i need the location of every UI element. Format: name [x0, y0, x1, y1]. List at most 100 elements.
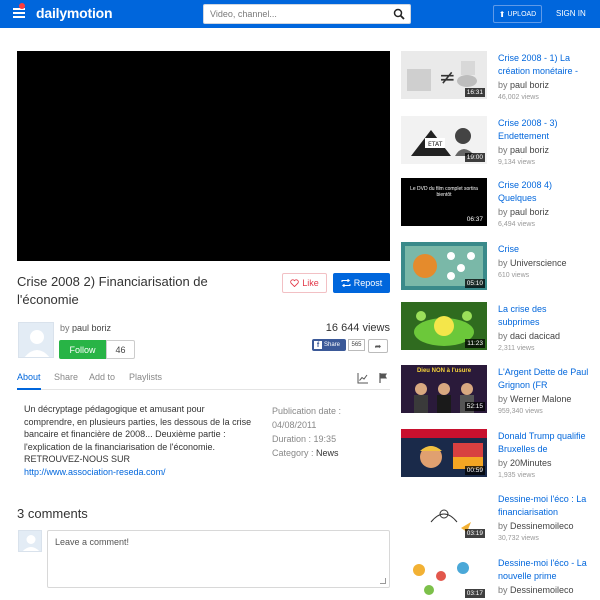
dailymotion-logo[interactable]: dailymotion [36, 5, 113, 21]
related-video-title[interactable]: Dessine-moi l'éco - La nouvelle prime [498, 557, 590, 582]
tab-share[interactable]: Share [54, 372, 78, 390]
svg-text:≠: ≠ [439, 65, 456, 89]
follower-count: 46 [106, 340, 135, 359]
facebook-icon: f [314, 341, 322, 349]
video-thumbnail[interactable]: ETAT 19:00 [401, 116, 487, 164]
related-video-channel[interactable]: 20Minutes [510, 458, 552, 468]
related-video[interactable]: ≠ 16:31 Crise 2008 - 1) La création moné… [401, 51, 591, 103]
related-video-title[interactable]: Donald Trump qualifie Bruxelles de [498, 430, 590, 455]
related-video-byline: by Dessinemoileco [498, 585, 574, 595]
stats-icon[interactable] [357, 372, 369, 384]
channel-avatar[interactable] [18, 322, 54, 358]
facebook-share-count: 565 [348, 339, 365, 351]
related-video[interactable]: Dieu NON à l'usure 52:15 L'Argent Dette … [401, 365, 591, 417]
related-video-byline: by paul boriz [498, 80, 550, 90]
related-video-channel[interactable]: Universcience [510, 258, 567, 268]
category-row: Category : News [272, 446, 390, 460]
related-video-title[interactable]: La crise des subprimes [498, 303, 590, 328]
related-video-views: 30,732 views [498, 535, 539, 542]
share-arrow-button[interactable]: ➦ [368, 339, 388, 353]
upload-label: UPLOAD [507, 10, 537, 18]
flag-icon[interactable] [378, 372, 390, 384]
video-duration: 05:10 [464, 279, 485, 288]
video-thumbnail[interactable]: 05:10 [401, 242, 487, 290]
follow-button[interactable]: Follow [59, 340, 106, 359]
comment-input[interactable] [55, 537, 380, 581]
video-duration: 52:15 [464, 402, 485, 411]
publication-date: 04/08/2011 [272, 420, 317, 430]
facebook-share-button[interactable]: f Share [312, 339, 346, 351]
description-text: Un décryptage pédagogique et amusant pou… [24, 404, 252, 452]
related-video-title[interactable]: Crise 2008 - 1) La création monétaire - [498, 52, 590, 77]
related-video-channel[interactable]: paul boriz [510, 80, 549, 90]
related-video-title[interactable]: L'Argent Dette de Paul Grignon (FR [498, 366, 590, 391]
search-input[interactable] [210, 7, 390, 21]
related-video[interactable]: 00:59 Donald Trump qualifie Bruxelles de… [401, 429, 591, 481]
video-thumbnail[interactable]: 03:19 [401, 492, 487, 540]
search-icon[interactable] [393, 8, 405, 20]
repost-button[interactable]: Repost [333, 273, 390, 293]
related-video-byline: by Dessinemoileco [498, 521, 574, 531]
video-thumbnail[interactable]: 00:59 [401, 429, 487, 477]
related-video[interactable]: 05:10 Crise by Universcience 610 views [401, 242, 591, 294]
related-video[interactable]: 03:17 Dessine-moi l'éco - La nouvelle pr… [401, 556, 591, 600]
video-thumbnail[interactable]: 11:23 [401, 302, 487, 350]
related-video-title[interactable]: Crise 2008 4) Quelques [498, 179, 590, 204]
duration-label: Duration : [272, 434, 312, 444]
video-thumbnail[interactable]: Dieu NON à l'usure 52:15 [401, 365, 487, 413]
related-video[interactable]: 11:23 La crise des subprimes by daci dac… [401, 302, 591, 354]
repost-label: Repost [353, 278, 383, 288]
related-video-channel[interactable]: paul boriz [510, 207, 549, 217]
video-duration: 11:23 [465, 339, 485, 348]
resize-grip-icon[interactable] [380, 578, 386, 584]
heart-icon [290, 279, 299, 287]
related-video-channel[interactable]: Werner Malone [510, 394, 571, 404]
repost-icon [341, 279, 351, 287]
related-video-views: 46,002 views [498, 94, 539, 101]
upload-button[interactable]: ⬆ UPLOAD [493, 5, 542, 23]
duration-row: Duration : 19:35 [272, 432, 390, 446]
by-prefix: by [60, 323, 70, 333]
related-video-channel[interactable]: Dessinemoileco [510, 585, 574, 595]
tab-add-to[interactable]: Add to [89, 372, 115, 390]
related-video[interactable]: 03:19 Dessine-moi l'éco : La financiaris… [401, 492, 591, 544]
related-video-byline: by Universcience [498, 258, 567, 268]
tab-about[interactable]: About [17, 372, 41, 390]
thumbnail-caption: Le DVD du film complet sortira bientôt [410, 186, 478, 198]
video-duration: 00:59 [464, 466, 485, 475]
related-video-channel[interactable]: Dessinemoileco [510, 521, 574, 531]
video-thumbnail[interactable]: Le DVD du film complet sortira bientôt 0… [401, 178, 487, 226]
commenter-avatar [18, 530, 42, 552]
upload-arrow-icon: ⬆ [498, 9, 506, 19]
video-title: Crise 2008 2) Financiarisation de l'écon… [17, 274, 208, 307]
share-arrow-icon: ➦ [374, 341, 382, 351]
related-video-byline: by 20Minutes [498, 458, 552, 468]
video-player[interactable] [17, 51, 390, 261]
related-video-views: 2,311 views [498, 345, 535, 352]
related-video-title[interactable]: Crise 2008 - 3) Endettement [498, 117, 590, 142]
search-box[interactable] [203, 4, 411, 24]
category-label: Category : [272, 448, 314, 458]
channel-name-link[interactable]: paul boriz [72, 323, 111, 333]
related-video[interactable]: ETAT 19:00 Crise 2008 - 3) Endettement b… [401, 116, 591, 168]
video-thumbnail[interactable]: 03:17 [401, 556, 487, 600]
related-video-title[interactable]: Dessine-moi l'éco : La financiarisation [498, 493, 590, 518]
view-count: 16 644 views [325, 322, 390, 334]
description-link[interactable]: http://www.association-reseda.com/ [24, 467, 166, 477]
category-link[interactable]: News [316, 448, 339, 458]
related-video-byline: by paul boriz [498, 145, 550, 155]
related-video-channel[interactable]: paul boriz [510, 145, 549, 155]
tab-playlists[interactable]: Playlists [129, 372, 162, 390]
like-button[interactable]: Like [282, 273, 327, 293]
comment-box[interactable] [47, 530, 390, 588]
menu-icon[interactable] [13, 8, 25, 18]
related-video-views: 6,494 views [498, 221, 535, 228]
video-thumbnail[interactable]: ≠ 16:31 [401, 51, 487, 99]
comments-heading: 3 comments [17, 506, 88, 521]
related-video-channel[interactable]: daci dacicad [510, 331, 560, 341]
video-meta: Publication date : 04/08/2011 Duration :… [272, 404, 390, 460]
related-video[interactable]: Le DVD du film complet sortira bientôt 0… [401, 178, 591, 230]
video-duration: 03:17 [464, 589, 485, 598]
sign-in-link[interactable]: SIGN IN [556, 9, 586, 18]
related-video-byline: by daci dacicad [498, 331, 561, 341]
